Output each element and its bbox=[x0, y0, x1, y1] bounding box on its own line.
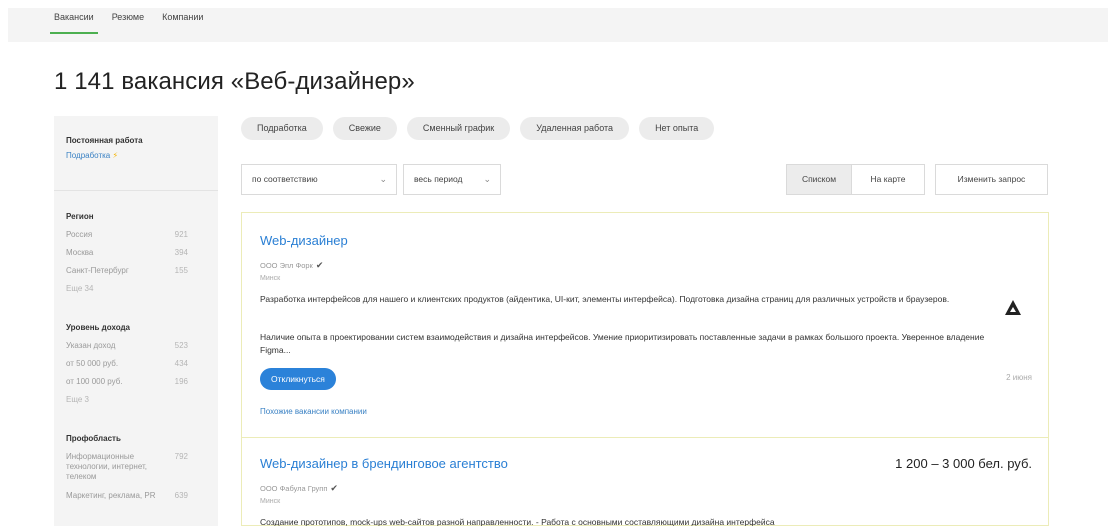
vacancy-company[interactable]: ООО Фабула Групп ✔ bbox=[260, 483, 338, 494]
page-title: 1 141 вакансия «Веб-дизайнер» bbox=[54, 68, 415, 95]
vacancy-title[interactable]: Web-дизайнер в брендинговое агентство bbox=[260, 456, 508, 471]
region-more-link[interactable]: Еще 34 bbox=[66, 284, 188, 293]
divider bbox=[54, 190, 218, 191]
chip-shift-schedule[interactable]: Сменный график bbox=[406, 117, 511, 140]
view-map-button[interactable]: На карте bbox=[851, 164, 925, 195]
sort-select-value: по соответствию bbox=[252, 174, 318, 184]
vacancy-card: Web-дизайнер ООО Эпл Форк ✔ Минск Разрабо… bbox=[241, 212, 1049, 438]
region-count: 394 bbox=[174, 248, 188, 257]
chip-no-experience[interactable]: Нет опыта bbox=[639, 117, 715, 140]
area-label: Маркетинг, реклама, PR bbox=[66, 491, 156, 500]
vacancy-salary: 1 200 – 3 000 бел. руб. bbox=[895, 456, 1032, 471]
chip-remote[interactable]: Удаленная работа bbox=[520, 117, 630, 140]
company-name: ООО Фабула Групп bbox=[260, 484, 328, 493]
vacancy-title[interactable]: Web-дизайнер bbox=[260, 233, 348, 248]
region-label: Россия bbox=[66, 230, 93, 239]
income-label: от 100 000 руб. bbox=[66, 377, 123, 386]
verified-check-icon: ✔ bbox=[315, 260, 324, 270]
quick-filter-chips: Подработка Свежие Сменный график Удаленн… bbox=[241, 117, 715, 140]
chevron-down-icon: ⌄ bbox=[379, 174, 387, 184]
region-item-moscow[interactable]: Москва 394 bbox=[66, 248, 188, 257]
vacancy-city: Минск bbox=[260, 275, 281, 282]
period-select[interactable]: весь период ⌄ bbox=[403, 164, 501, 195]
region-label: Москва bbox=[66, 248, 94, 257]
part-time-link[interactable]: Подработка ⚡ bbox=[66, 151, 143, 160]
income-count: 196 bbox=[174, 377, 188, 386]
employment-heading: Постоянная работа bbox=[66, 136, 143, 145]
income-label: от 50 000 руб. bbox=[66, 359, 119, 368]
region-heading: Регион bbox=[66, 212, 94, 221]
vacancy-requirements: Наличие опыта в проектировании систем вз… bbox=[260, 332, 985, 355]
sort-select[interactable]: по соответствию ⌄ bbox=[241, 164, 397, 195]
region-filter: Регион Россия 921 Москва 394 Санкт-Петер… bbox=[66, 212, 188, 293]
chip-part-time[interactable]: Подработка bbox=[241, 117, 323, 140]
income-label: Указан доход bbox=[66, 341, 116, 350]
bolt-icon: ⚡ bbox=[112, 151, 119, 160]
period-select-value: весь период bbox=[414, 174, 463, 184]
region-item-spb[interactable]: Санкт-Петербург 155 bbox=[66, 266, 188, 275]
respond-button[interactable]: Откликнуться bbox=[260, 368, 336, 390]
company-logo-icon bbox=[1005, 300, 1021, 315]
vacancy-card: Web-дизайнер в брендинговое агентство 1 … bbox=[241, 438, 1049, 526]
area-heading: Профобласть bbox=[66, 434, 121, 443]
income-item-specified[interactable]: Указан доход 523 bbox=[66, 341, 188, 350]
income-heading: Уровень дохода bbox=[66, 323, 131, 332]
area-label: Информационные технологии, интернет, тел… bbox=[66, 452, 148, 481]
filter-sidebar: Постоянная работа Подработка ⚡ Регион Ро… bbox=[54, 116, 218, 526]
area-item-marketing[interactable]: Маркетинг, реклама, PR 639 bbox=[66, 491, 188, 501]
vacancy-company[interactable]: ООО Эпл Форк ✔ bbox=[260, 260, 323, 271]
company-name: ООО Эпл Форк bbox=[260, 261, 313, 270]
view-list-button[interactable]: Списком bbox=[786, 164, 852, 195]
area-filter: Профобласть Информационные технологии, и… bbox=[66, 434, 188, 501]
region-label: Санкт-Петербург bbox=[66, 266, 129, 275]
similar-vacancies-link[interactable]: Похожие вакансии компании bbox=[260, 407, 367, 416]
verified-check-icon: ✔ bbox=[330, 483, 338, 493]
change-query-button[interactable]: Изменить запрос bbox=[935, 164, 1048, 195]
chevron-down-icon: ⌄ bbox=[483, 174, 491, 184]
vacancy-description: Создание прототипов, mock-ups web-сайтов… bbox=[260, 517, 775, 526]
area-count: 639 bbox=[174, 491, 188, 500]
region-count: 155 bbox=[174, 266, 188, 275]
tab-vacancies[interactable]: Вакансии bbox=[50, 12, 98, 34]
vacancy-city: Минск bbox=[260, 498, 281, 505]
income-item-100k[interactable]: от 100 000 руб. 196 bbox=[66, 377, 188, 386]
region-item-russia[interactable]: Россия 921 bbox=[66, 230, 188, 239]
area-item-it[interactable]: Информационные технологии, интернет, тел… bbox=[66, 452, 188, 482]
chip-fresh[interactable]: Свежие bbox=[332, 117, 397, 140]
income-item-50k[interactable]: от 50 000 руб. 434 bbox=[66, 359, 188, 368]
employment-filter: Постоянная работа Подработка ⚡ bbox=[66, 136, 143, 160]
income-count: 523 bbox=[174, 341, 188, 350]
income-more-link[interactable]: Еще 3 bbox=[66, 395, 188, 404]
income-count: 434 bbox=[174, 359, 188, 368]
part-time-link-label: Подработка bbox=[66, 151, 111, 160]
area-count: 792 bbox=[174, 452, 188, 461]
vacancy-description: Разработка интерфейсов для нашего и клие… bbox=[260, 294, 950, 304]
tab-resumes[interactable]: Резюме bbox=[112, 12, 144, 32]
region-count: 921 bbox=[174, 230, 188, 239]
tab-companies[interactable]: Компании bbox=[162, 12, 203, 32]
vacancy-date: 2 июня bbox=[1006, 373, 1032, 382]
top-nav: Вакансии Резюме Компании bbox=[50, 12, 203, 34]
income-filter: Уровень дохода Указан доход 523 от 50 00… bbox=[66, 323, 188, 404]
